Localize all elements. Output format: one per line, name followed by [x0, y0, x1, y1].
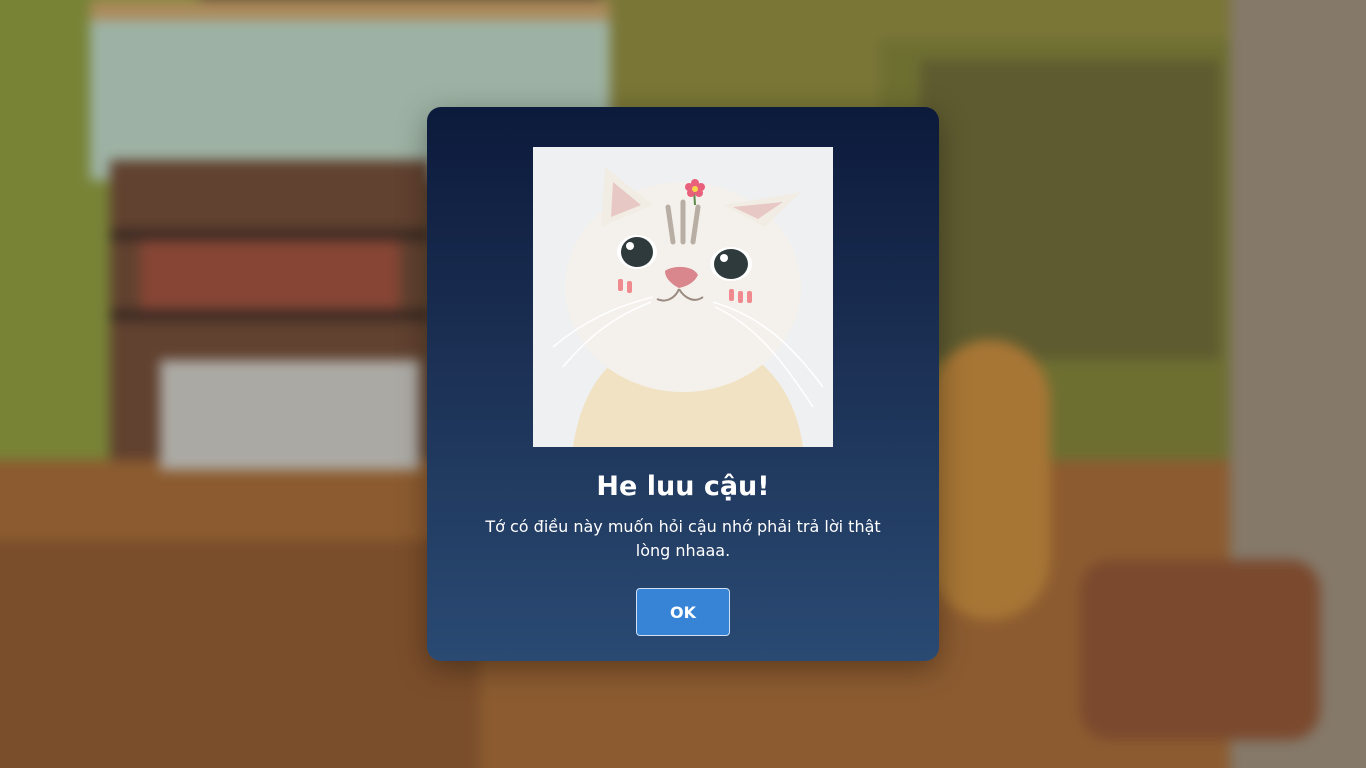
dialog-title: He luu cậu!: [596, 471, 770, 502]
ok-button[interactable]: OK: [636, 588, 730, 636]
cat-illustration: [533, 147, 833, 447]
alert-dialog: He luu cậu! Tớ có điều này muốn hỏi cậu …: [427, 107, 939, 661]
dialog-message: Tớ có điều này muốn hỏi cậu nhớ phải trả…: [485, 517, 881, 560]
cat-with-flower-image: [533, 147, 833, 447]
